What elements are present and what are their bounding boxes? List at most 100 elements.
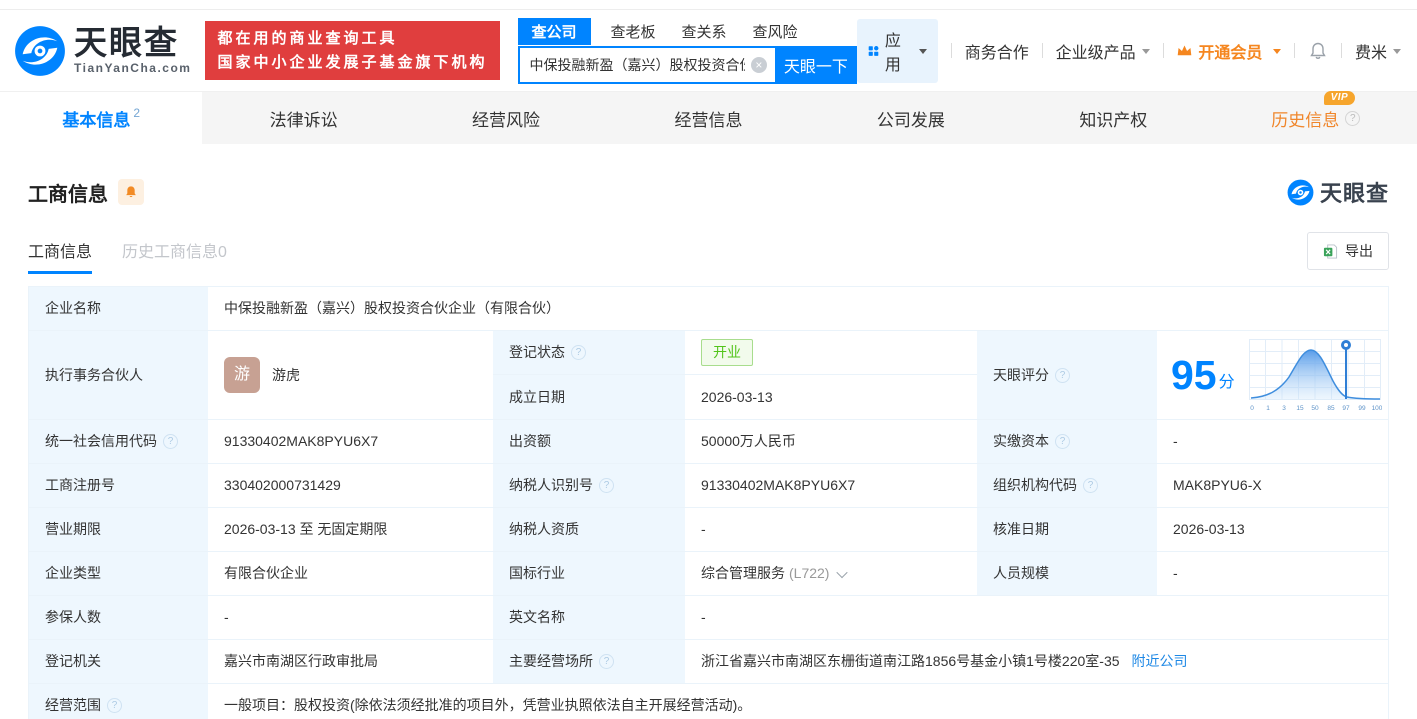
search-input[interactable]: [517, 45, 775, 84]
help-icon[interactable]: ?: [599, 478, 614, 493]
registration-status-label-cell: 登记状态 ?: [493, 331, 685, 375]
premises-label: 主要经营场所: [509, 653, 593, 669]
status-badge: 开业: [701, 339, 753, 366]
table-row: 营业期限 2026-03-13 至 无固定期限 纳税人资质 - 核准日期 202…: [29, 508, 1388, 552]
table-row: 工商注册号 330402000731429 纳税人识别号 ? 91330402M…: [29, 464, 1388, 508]
help-icon[interactable]: ?: [163, 434, 178, 449]
score-distribution-chart: 0 1 3 15 50 85 97 99 100: [1249, 339, 1382, 412]
search-tab-relation[interactable]: 查关系: [682, 18, 727, 45]
tab-company-development[interactable]: 公司发展: [810, 92, 1012, 144]
industry-label: 国标行业: [493, 552, 685, 595]
taxpayer-id-label-cell: 纳税人识别号 ?: [493, 464, 685, 507]
clear-search-icon[interactable]: ×: [750, 56, 767, 73]
business-cooperation-link[interactable]: 商务合作: [965, 39, 1029, 63]
help-icon[interactable]: ?: [1083, 478, 1098, 493]
logo-domain: TianYanCha.com: [74, 61, 192, 75]
business-info-table: 企业名称 中保投融新盈（嘉兴）股权投资合伙企业（有限合伙） 执行事务合伙人 游 …: [28, 286, 1389, 719]
industry-value: 综合管理服务: [701, 565, 785, 581]
search-button[interactable]: 天眼一下: [774, 45, 857, 84]
section-title: 工商信息: [28, 183, 108, 206]
partner-name-link[interactable]: 游虎: [272, 365, 300, 386]
search-tab-boss[interactable]: 查老板: [611, 18, 656, 45]
tab-history-info[interactable]: VIP 历史信息 ?: [1215, 90, 1417, 144]
tab-legal-proceedings[interactable]: 法律诉讼: [202, 92, 404, 144]
table-row: 统一社会信用代码 ? 91330402MAK8PYU6X7 出资额 50000万…: [29, 420, 1388, 464]
svg-text:0: 0: [1250, 405, 1254, 412]
tab-operation-risk-label: 经营风险: [472, 110, 541, 130]
tab-operation-info[interactable]: 经营信息: [607, 92, 809, 144]
chevron-down-icon: [1141, 49, 1150, 58]
nearby-companies-link[interactable]: 附近公司: [1132, 651, 1188, 672]
search-tab-risk[interactable]: 查风险: [753, 18, 798, 45]
help-icon[interactable]: ?: [107, 698, 122, 713]
company-name-label: 企业名称: [29, 287, 208, 330]
score-label: 天眼评分: [993, 366, 1049, 383]
reg-authority-value: 嘉兴市南湖区行政审批局: [208, 640, 493, 683]
paid-capital-label: 实缴资本: [993, 433, 1049, 449]
svg-text:97: 97: [1342, 405, 1350, 412]
english-name-value: -: [685, 596, 1388, 639]
help-icon[interactable]: ?: [599, 654, 614, 669]
tab-intellectual-property[interactable]: 知识产权: [1012, 92, 1214, 144]
registration-status-value-cell: 开业: [685, 331, 977, 375]
divider: [1341, 43, 1342, 58]
establish-date-label: 成立日期: [493, 375, 685, 419]
tab-basic-info-label: 基本信息: [62, 110, 131, 130]
help-icon[interactable]: ?: [1055, 434, 1070, 449]
business-term-label: 营业期限: [29, 508, 208, 551]
contribution-value: 50000万人民币: [685, 420, 977, 463]
help-icon[interactable]: ?: [1345, 110, 1361, 126]
user-menu[interactable]: 费米: [1355, 39, 1401, 63]
logo-text: 天眼查 TianYanCha.com: [74, 26, 191, 75]
apps-menu[interactable]: 应用: [856, 18, 938, 83]
score-value-cell: 95 分 0 1 3 15 50 85 97 99 100: [1157, 331, 1388, 419]
company-nav-tabs: 基本信息 2 法律诉讼 经营风险 经营信息 公司发展 知识产权 VIP 历史信息…: [0, 90, 1417, 144]
search-tab-company[interactable]: 查公司: [517, 17, 591, 45]
watermark-brand-text: 天眼查: [1319, 181, 1389, 206]
partner-avatar[interactable]: 游: [224, 357, 260, 393]
paid-capital-value: -: [1157, 420, 1388, 463]
svg-text:15: 15: [1296, 405, 1304, 412]
credit-code-label: 统一社会信用代码: [45, 433, 157, 449]
tab-history-info-wrap: VIP 历史信息: [1271, 90, 1356, 131]
export-button[interactable]: 导出: [1307, 232, 1389, 270]
enterprise-products-menu[interactable]: 企业级产品: [1056, 39, 1150, 63]
reg-number-label: 工商注册号: [29, 464, 208, 507]
search-tabs: 查公司 查老板 查关系 查风险: [517, 17, 857, 45]
tab-basic-info-badge: 2: [133, 106, 141, 120]
tab-operation-risk[interactable]: 经营风险: [405, 92, 607, 144]
table-row: 企业类型 有限合伙企业 国标行业 综合管理服务 (L722) 人员规模 -: [29, 552, 1388, 596]
approval-date-value: 2026-03-13: [1157, 508, 1388, 551]
company-type-value: 有限合伙企业: [208, 552, 493, 595]
help-icon[interactable]: ?: [571, 345, 586, 360]
open-vip-menu[interactable]: 开通会员: [1176, 39, 1282, 63]
enterprise-products-label: 企业级产品: [1055, 44, 1136, 62]
subscribe-bell-icon[interactable]: [118, 179, 144, 205]
search-input-wrap: ×: [517, 45, 775, 84]
chevron-down-icon[interactable]: [836, 566, 849, 578]
business-term-value: 2026-03-13 至 无固定期限: [208, 508, 493, 551]
subtab-business-info[interactable]: 工商信息: [28, 238, 93, 274]
table-row: 执行事务合伙人 游 游虎 登记状态 ? 开业 成立日期 2026-03-13 天…: [29, 331, 1388, 420]
divider: [1162, 43, 1164, 58]
chevron-down-icon: [918, 49, 927, 58]
company-type-label: 企业类型: [29, 552, 208, 595]
subtab-history-business-info[interactable]: 历史工商信息0: [122, 238, 227, 274]
open-vip-label: 开通会员: [1198, 44, 1263, 62]
tab-history-info-label: 历史信息: [1271, 110, 1340, 130]
establish-date-value: 2026-03-13: [685, 375, 977, 419]
main-content: 工商信息 天眼查 工商信息 历史工商信息0 导出 企业名称 中保投融新盈（嘉兴）…: [0, 176, 1417, 719]
section-head: 工商信息 天眼查: [28, 176, 1389, 208]
apps-grid-icon: [868, 45, 879, 56]
chevron-down-icon: [1393, 49, 1401, 58]
tab-basic-info[interactable]: 基本信息 2: [0, 92, 203, 144]
taxpayer-id-label: 纳税人识别号: [509, 477, 593, 493]
help-icon[interactable]: ?: [1055, 367, 1070, 383]
notification-bell-icon[interactable]: [1308, 41, 1328, 61]
paid-capital-label-cell: 实缴资本 ?: [977, 420, 1157, 463]
tianyancha-logo[interactable]: 天眼查 TianYanCha.com: [14, 25, 191, 77]
taxpayer-quality-value: -: [685, 508, 977, 551]
company-name-value: 中保投融新盈（嘉兴）股权投资合伙企业（有限合伙）: [208, 287, 1388, 330]
chevron-down-icon: [1273, 49, 1282, 58]
table-row: 登记机关 嘉兴市南湖区行政审批局 主要经营场所 ? 浙江省嘉兴市南湖区东栅街道南…: [29, 640, 1388, 684]
